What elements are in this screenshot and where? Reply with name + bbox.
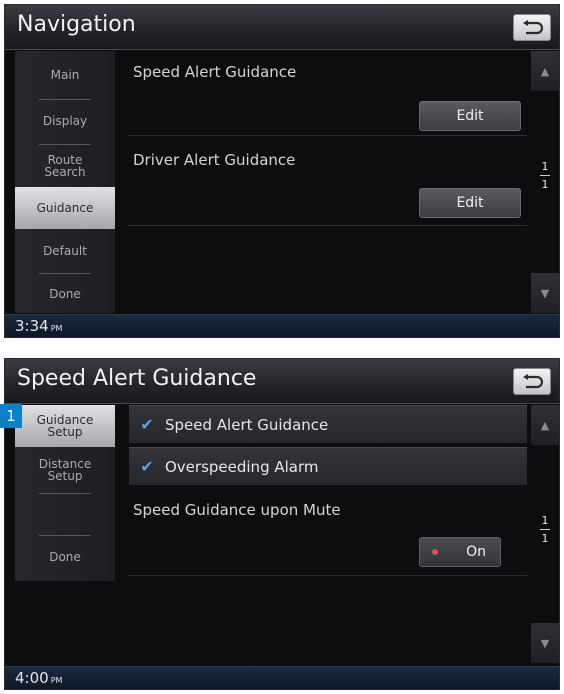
navigation-screen: Navigation Main Display Route Search Gui… <box>4 4 560 338</box>
sidebar-divider <box>39 273 91 274</box>
row-divider <box>127 575 527 576</box>
sidebar-item-display[interactable]: Display <box>15 101 115 141</box>
sidebar-item-guidance[interactable]: Guidance <box>15 187 115 229</box>
page-divider <box>540 529 550 530</box>
scroll-down-icon: ▼ <box>540 286 550 300</box>
speed-alert-guidance-label: Speed Alert Guidance <box>133 63 297 81</box>
screen-title: Speed Alert Guidance <box>17 366 257 391</box>
sidebar-divider <box>39 99 91 100</box>
row-divider <box>127 225 527 226</box>
callout-marker: 1 <box>0 404 22 428</box>
scroll-down-button[interactable]: ▼ <box>531 623 559 663</box>
clock: 3:34 PM <box>15 317 62 335</box>
current-page: 1 <box>541 160 549 173</box>
row-divider <box>127 135 527 136</box>
scroll-up-icon: ▲ <box>540 418 550 432</box>
clock-ampm: PM <box>50 676 63 685</box>
checkmark-icon: ✔ <box>140 415 154 434</box>
sidebar-item-distance-setup[interactable]: Distance Setup <box>15 449 115 491</box>
back-button[interactable] <box>513 368 551 395</box>
total-pages: 1 <box>541 178 549 191</box>
speed-guidance-upon-mute-label: Speed Guidance upon Mute <box>133 501 341 519</box>
title-bar: Navigation <box>5 5 559 50</box>
speed-alert-guidance-checkbox[interactable]: ✔ Speed Alert Guidance <box>129 405 527 443</box>
driver-alert-guidance-label: Driver Alert Guidance <box>133 151 296 169</box>
speed-alert-edit-button[interactable]: Edit <box>419 101 521 131</box>
scroll-up-icon: ▲ <box>540 64 550 78</box>
sidebar-item-done[interactable]: Done <box>15 275 115 313</box>
scroll-down-icon: ▼ <box>540 636 550 650</box>
sidebar-item-guidance-setup[interactable]: Guidance Setup <box>15 405 115 447</box>
toggle-value: On <box>466 544 486 560</box>
toggle-indicator-icon <box>432 549 438 555</box>
sidebar-divider <box>39 144 91 145</box>
sidebar-divider <box>39 493 91 494</box>
back-button[interactable] <box>513 14 551 41</box>
page-divider <box>540 175 550 176</box>
sidebar-item-route-search[interactable]: Route Search <box>15 146 115 186</box>
clock-time: 3:34 <box>15 317 49 335</box>
driver-alert-edit-button[interactable]: Edit <box>419 188 521 218</box>
clock: 4:00 PM <box>15 669 62 687</box>
back-arrow-icon <box>523 373 543 388</box>
scrollbar: ▲ 1 1 ▼ <box>531 51 559 313</box>
back-arrow-icon <box>523 19 543 34</box>
checkmark-icon: ✔ <box>140 457 154 476</box>
scroll-up-button[interactable]: ▲ <box>531 51 559 91</box>
clock-time: 4:00 <box>15 669 49 687</box>
overspeeding-alarm-checkbox[interactable]: ✔ Overspeeding Alarm <box>129 447 527 485</box>
status-bar: 4:00 PM <box>5 666 559 689</box>
current-page: 1 <box>541 514 549 527</box>
clock-ampm: PM <box>50 324 63 333</box>
scrollbar: ▲ 1 1 ▼ <box>531 405 559 667</box>
checkbox-label: Speed Alert Guidance <box>165 415 329 434</box>
speed-alert-guidance-screen: Speed Alert Guidance Guidance Setup Dist… <box>4 358 560 690</box>
sidebar-item-empty <box>15 495 115 533</box>
mute-guidance-toggle[interactable]: On <box>419 537 501 567</box>
sidebar-item-main[interactable]: Main <box>15 55 115 95</box>
sidebar-menu: Main Display Route Search Guidance Defau… <box>15 51 115 313</box>
sidebar-item-default[interactable]: Default <box>15 231 115 271</box>
checkbox-label: Overspeeding Alarm <box>165 457 319 476</box>
sidebar-menu: Guidance Setup Distance Setup Done <box>15 405 115 581</box>
screen-title: Navigation <box>17 12 136 37</box>
sidebar-item-done[interactable]: Done <box>15 537 115 577</box>
title-bar: Speed Alert Guidance <box>5 359 559 404</box>
scroll-up-button[interactable]: ▲ <box>531 405 559 445</box>
total-pages: 1 <box>541 532 549 545</box>
status-bar: 3:34 PM <box>5 314 559 337</box>
scroll-down-button[interactable]: ▼ <box>531 273 559 313</box>
sidebar-divider <box>39 535 91 536</box>
